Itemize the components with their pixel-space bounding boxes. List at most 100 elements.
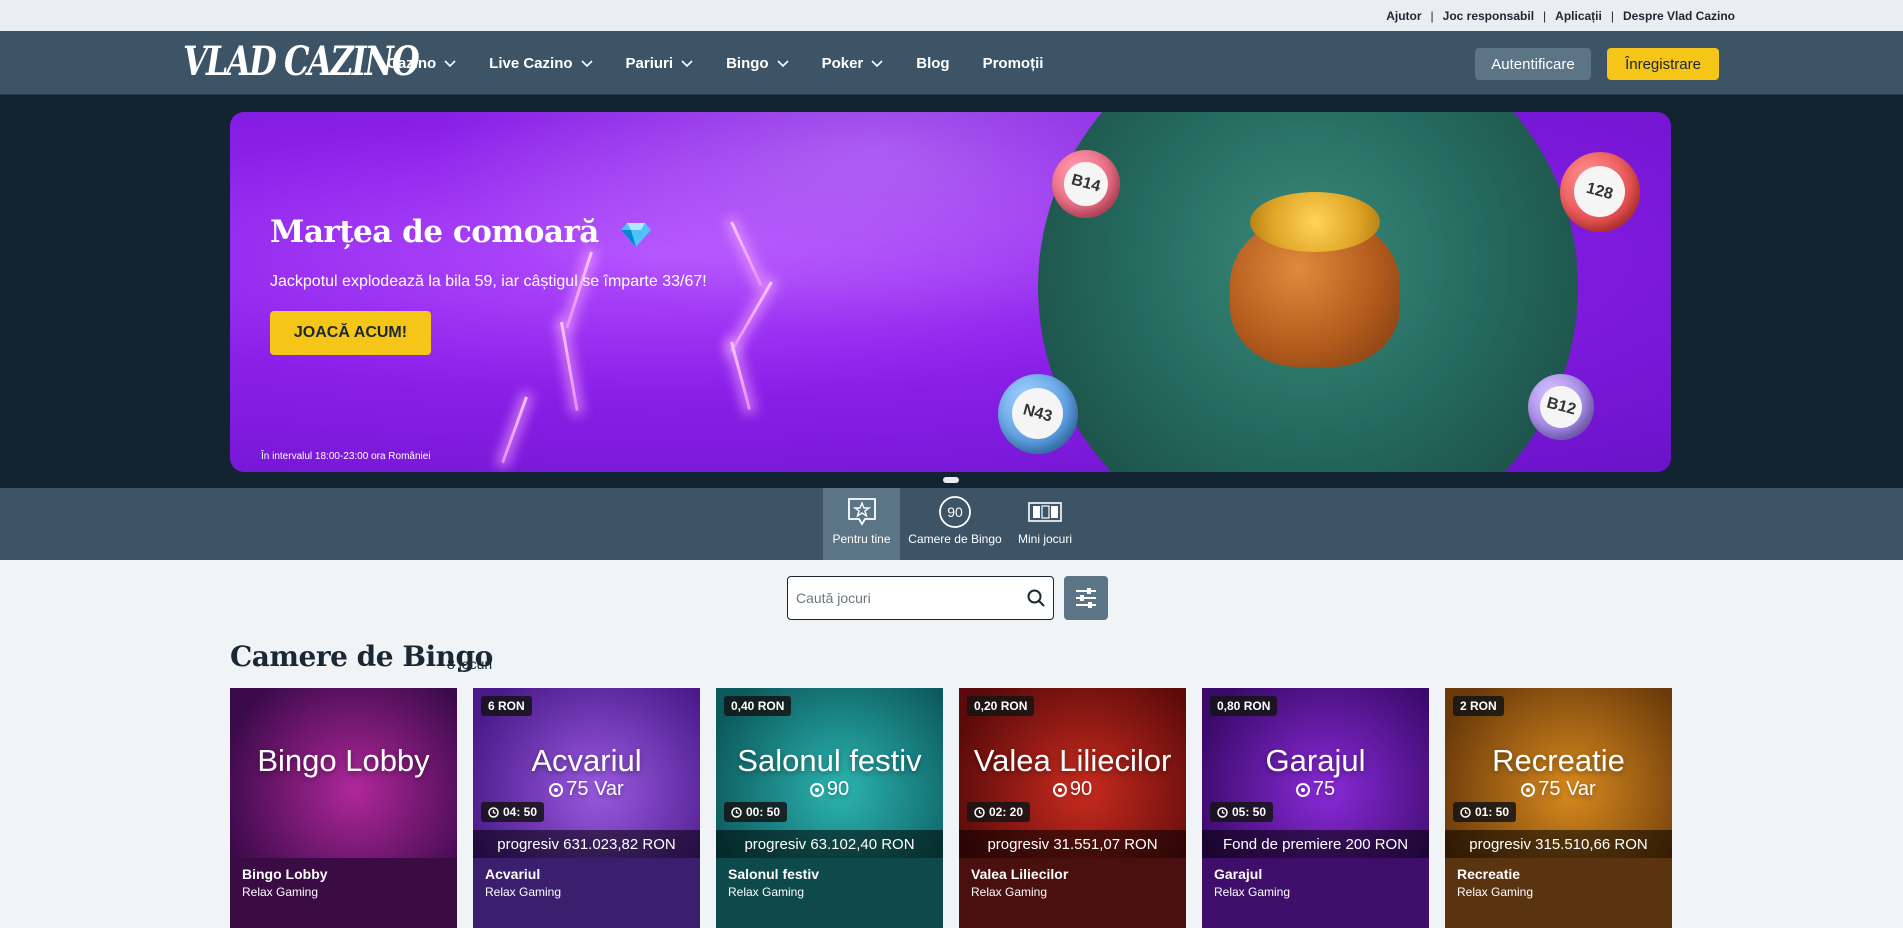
about-link[interactable]: Despre Vlad Cazino xyxy=(1623,9,1735,23)
tab-mini-jocuri[interactable]: Mini jocuri xyxy=(1010,488,1080,560)
price-badge: 6 RON xyxy=(481,696,532,716)
search-icon[interactable] xyxy=(1027,589,1045,607)
jackpot-progress: progresiv 63.102,40 RON xyxy=(716,830,943,858)
game-name: Valea Liliecilor xyxy=(971,866,1069,882)
ball-icon xyxy=(1295,782,1310,797)
chevron-down-icon xyxy=(444,60,456,68)
card-info: Recreatie Relax Gaming xyxy=(1445,858,1672,928)
tab-camere-de-bingo[interactable]: 90 Camere de Bingo xyxy=(900,488,1010,560)
tab-pentru-tine[interactable]: Pentru tine xyxy=(823,488,900,560)
chevron-down-icon xyxy=(776,60,789,68)
category-tabs: Pentru tine 90 Camere de Bingo Mini jocu… xyxy=(0,488,1903,560)
room-title: Bingo Lobby xyxy=(257,743,430,778)
ball-icon xyxy=(549,782,564,797)
search-input[interactable]: Caută jocuri xyxy=(787,576,1054,620)
bingo-ball: B12 xyxy=(1528,374,1594,440)
game-card[interactable]: Valea Liliecilor 90 0,20 RON 02: 20 progresi… xyxy=(959,688,1186,928)
game-card[interactable]: Recreatie 75 Var 2 RON 01: 50 progresiv 315.… xyxy=(1445,688,1672,928)
card-info: Valea Liliecilor Relax Gaming xyxy=(959,858,1186,928)
game-name: Salonul festiv xyxy=(728,866,820,882)
lightning-decoration xyxy=(730,281,773,353)
nav-item-label: Poker xyxy=(821,54,864,72)
timer-badge: 05: 50 xyxy=(1210,802,1274,822)
game-card[interactable]: Salonul festiv 90 0,40 RON 00: 50 progresiv … xyxy=(716,688,943,928)
game-provider: Relax Gaming xyxy=(485,885,562,899)
room-subtitle: 75 xyxy=(1202,778,1429,801)
game-name: Recreatie xyxy=(1457,866,1521,882)
hero-title: Marțea de comoară xyxy=(270,214,652,250)
price-badge: 0,80 RON xyxy=(1210,696,1278,716)
lightning-decoration xyxy=(730,221,763,287)
game-card[interactable]: Acvariul 75 Var 6 RON 04: 50 progresiv 631.0… xyxy=(473,688,700,928)
game-provider: Relax Gaming xyxy=(1214,885,1291,899)
search-row: Caută jocuri xyxy=(787,576,1108,620)
hero-section: B14 128 N43 B12 Marțea de comoară Jackpo… xyxy=(0,95,1903,488)
jackpot-progress: progresiv 315.510,66 RON xyxy=(1445,830,1672,858)
play-now-button[interactable]: JOACĂ ACUM! xyxy=(270,311,431,355)
carousel-dot[interactable] xyxy=(943,477,959,483)
separator: | xyxy=(1610,8,1614,23)
room-title: Salonul festiv xyxy=(737,743,922,778)
svg-text:90: 90 xyxy=(947,504,963,520)
register-button[interactable]: Înregistrare xyxy=(1607,48,1719,80)
room-subtitle: 90 xyxy=(959,778,1186,801)
bingo-90-icon: 90 xyxy=(937,496,973,528)
nav-item-bingo[interactable]: Bingo xyxy=(726,55,789,72)
nav-item-blog[interactable]: Blog xyxy=(916,55,949,72)
section-count: 8 jocuri xyxy=(447,656,493,672)
game-name: Acvariul xyxy=(485,866,541,882)
game-card[interactable]: Garajul 75 0,80 RON 05: 50 Fond de premiere … xyxy=(1202,688,1429,928)
clock-icon xyxy=(488,806,499,818)
chevron-down-icon xyxy=(580,60,593,68)
nav-menu: Cazino Live Cazino Pariuri Bingo Poker B… xyxy=(387,31,1076,95)
game-name: Garajul xyxy=(1214,866,1263,882)
bingo-ball: B14 xyxy=(1052,150,1120,218)
clock-icon xyxy=(731,806,742,818)
hero-subtitle: Jackpotul explodează la bila 59, iar câș… xyxy=(270,273,707,290)
sliders-icon xyxy=(1076,588,1096,608)
mini-games-icon xyxy=(1027,496,1063,528)
responsible-gaming-link[interactable]: Joc responsabil xyxy=(1443,9,1534,23)
card-info: Salonul festiv Relax Gaming xyxy=(716,858,943,928)
separator: | xyxy=(1430,8,1434,23)
clock-icon xyxy=(1460,806,1471,818)
nav-item-poker[interactable]: Poker xyxy=(822,55,884,72)
clock-icon xyxy=(974,806,985,818)
nav-item-promotii[interactable]: Promoții xyxy=(983,55,1044,72)
ball-icon xyxy=(1521,782,1536,797)
timer-badge: 02: 20 xyxy=(967,802,1031,822)
apps-link[interactable]: Aplicații xyxy=(1555,9,1602,23)
bingo-ball: N43 xyxy=(998,374,1078,454)
room-title: Garajul xyxy=(1265,743,1366,778)
utility-bar: Ajutor | Joc responsabil | Aplicații | D… xyxy=(0,0,1903,31)
hero-banner[interactable]: B14 128 N43 B12 Marțea de comoară Jackpo… xyxy=(230,112,1671,472)
jackpot-progress: progresiv 631.023,82 RON xyxy=(473,830,700,858)
help-link[interactable]: Ajutor xyxy=(1386,9,1421,23)
site-logo[interactable]: VLAD CAZINO xyxy=(183,41,420,81)
ball-icon xyxy=(809,782,824,797)
search-placeholder: Caută jocuri xyxy=(796,590,871,606)
lightning-decoration xyxy=(501,396,528,464)
separator: | xyxy=(1543,8,1547,23)
jackpot-progress: progresiv 31.551,07 RON xyxy=(959,830,1186,858)
bingo-ball: 128 xyxy=(1560,152,1640,232)
nav-item-pariuri[interactable]: Pariuri xyxy=(626,55,694,72)
diamond-icon xyxy=(621,222,652,247)
nav-item-live-cazino[interactable]: Live Cazino xyxy=(489,54,593,72)
nav-item-label: Promoții xyxy=(982,54,1044,72)
card-info: Bingo Lobby Relax Gaming xyxy=(230,858,457,928)
nav-item-cazino[interactable]: Cazino xyxy=(387,55,456,72)
ball-icon xyxy=(1052,782,1067,797)
price-badge: 0,40 RON xyxy=(724,696,792,716)
game-provider: Relax Gaming xyxy=(728,885,805,899)
game-provider: Relax Gaming xyxy=(971,885,1048,899)
tab-label: Camere de Bingo xyxy=(908,532,1002,546)
price-badge: 0,20 RON xyxy=(967,696,1035,716)
game-card[interactable]: Bingo Lobby Bingo Lobby Relax Gaming xyxy=(230,688,457,928)
nav-item-label: Live Cazino xyxy=(489,54,573,72)
filter-button[interactable] xyxy=(1064,576,1108,620)
room-title: Valea Liliecilor xyxy=(973,743,1172,778)
timer-badge: 00: 50 xyxy=(724,802,788,822)
login-button[interactable]: Autentificare xyxy=(1475,48,1591,80)
nav-item-label: Blog xyxy=(916,54,950,72)
